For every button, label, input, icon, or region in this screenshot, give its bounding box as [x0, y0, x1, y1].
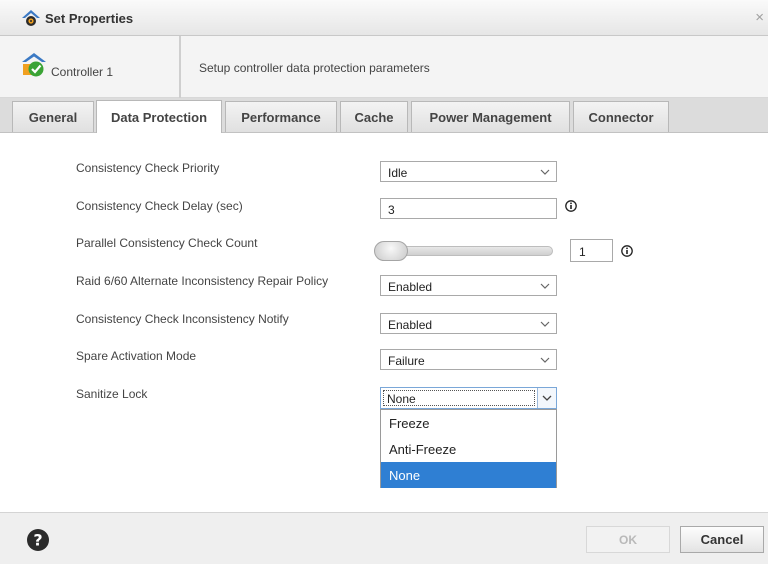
- help-icon[interactable]: ?: [26, 528, 50, 552]
- option-freeze[interactable]: Freeze: [381, 410, 556, 436]
- parallel-cc-count-input[interactable]: 1: [570, 239, 613, 262]
- spare-mode-label: Spare Activation Mode: [76, 349, 197, 363]
- raid-repair-value: Enabled: [388, 280, 433, 294]
- title-bar: Set Properties ×: [0, 0, 768, 36]
- tab-connector[interactable]: Connector: [573, 101, 669, 132]
- controller-check-icon: [22, 53, 46, 77]
- dialog-header: Controller 1 Setup controller data prote…: [0, 36, 768, 98]
- chevron-down-icon: [540, 357, 550, 363]
- close-icon[interactable]: ×: [755, 9, 764, 26]
- gear-house-icon: [22, 10, 40, 26]
- parallel-cc-value: 1: [579, 245, 586, 259]
- info-icon[interactable]: [565, 200, 577, 212]
- svg-text:?: ?: [33, 531, 42, 550]
- cc-delay-value: 3: [388, 203, 395, 217]
- cc-priority-select[interactable]: Idle: [380, 161, 557, 182]
- cc-priority-label: Consistency Check Priority: [76, 161, 220, 175]
- tab-performance[interactable]: Performance: [225, 101, 337, 132]
- sanitize-lock-label: Sanitize Lock: [76, 387, 148, 401]
- cc-priority-value: Idle: [388, 166, 408, 180]
- sanitize-lock-value: None: [383, 390, 535, 406]
- sanitize-lock-select[interactable]: None: [380, 387, 557, 409]
- tab-label: Cache: [354, 109, 394, 125]
- cc-delay-label: Consistency Check Delay (sec): [76, 199, 243, 213]
- spare-mode-select[interactable]: Failure: [380, 349, 557, 370]
- controller-name: Controller 1: [51, 65, 114, 79]
- option-none[interactable]: None: [381, 462, 556, 488]
- parallel-cc-label: Parallel Consistency Check Count: [76, 236, 258, 250]
- cc-delay-input[interactable]: 3: [380, 198, 557, 219]
- header-divider: [179, 36, 181, 98]
- tab-power-management[interactable]: Power Management: [411, 101, 570, 132]
- cc-notify-select[interactable]: Enabled: [380, 313, 557, 334]
- chevron-down-icon: [540, 169, 550, 175]
- ok-button[interactable]: OK: [586, 526, 670, 553]
- tab-label: Power Management: [429, 109, 552, 125]
- cancel-button[interactable]: Cancel: [680, 526, 764, 553]
- sanitize-lock-dropdown-button[interactable]: [537, 388, 556, 408]
- tab-general[interactable]: General: [12, 101, 94, 132]
- sanitize-lock-options: Freeze Anti-Freeze None: [380, 409, 557, 488]
- parallel-cc-slider-handle[interactable]: [374, 241, 408, 261]
- chevron-down-icon: [542, 395, 552, 401]
- header-description: Setup controller data protection paramet…: [199, 61, 430, 75]
- chevron-down-icon: [540, 283, 550, 289]
- tab-bar: General Data Protection Performance Cach…: [0, 98, 768, 133]
- window-title: Set Properties: [45, 11, 134, 26]
- chevron-down-icon: [540, 321, 550, 327]
- tab-data-protection[interactable]: Data Protection: [96, 100, 222, 133]
- tab-label: General: [28, 109, 78, 125]
- tab-label: Connector: [588, 109, 654, 125]
- dialog-footer: ? OK Cancel: [0, 512, 768, 564]
- raid-repair-select[interactable]: Enabled: [380, 275, 557, 296]
- option-anti-freeze[interactable]: Anti-Freeze: [381, 436, 556, 462]
- cc-notify-label: Consistency Check Inconsistency Notify: [76, 312, 289, 326]
- cc-notify-value: Enabled: [388, 318, 433, 332]
- tab-label: Data Protection: [110, 109, 208, 125]
- spare-mode-value: Failure: [388, 354, 425, 368]
- raid-repair-label: Raid 6/60 Alternate Inconsistency Repair…: [76, 274, 329, 288]
- info-icon[interactable]: [621, 245, 633, 257]
- tab-cache[interactable]: Cache: [340, 101, 408, 132]
- tab-label: Performance: [241, 109, 321, 125]
